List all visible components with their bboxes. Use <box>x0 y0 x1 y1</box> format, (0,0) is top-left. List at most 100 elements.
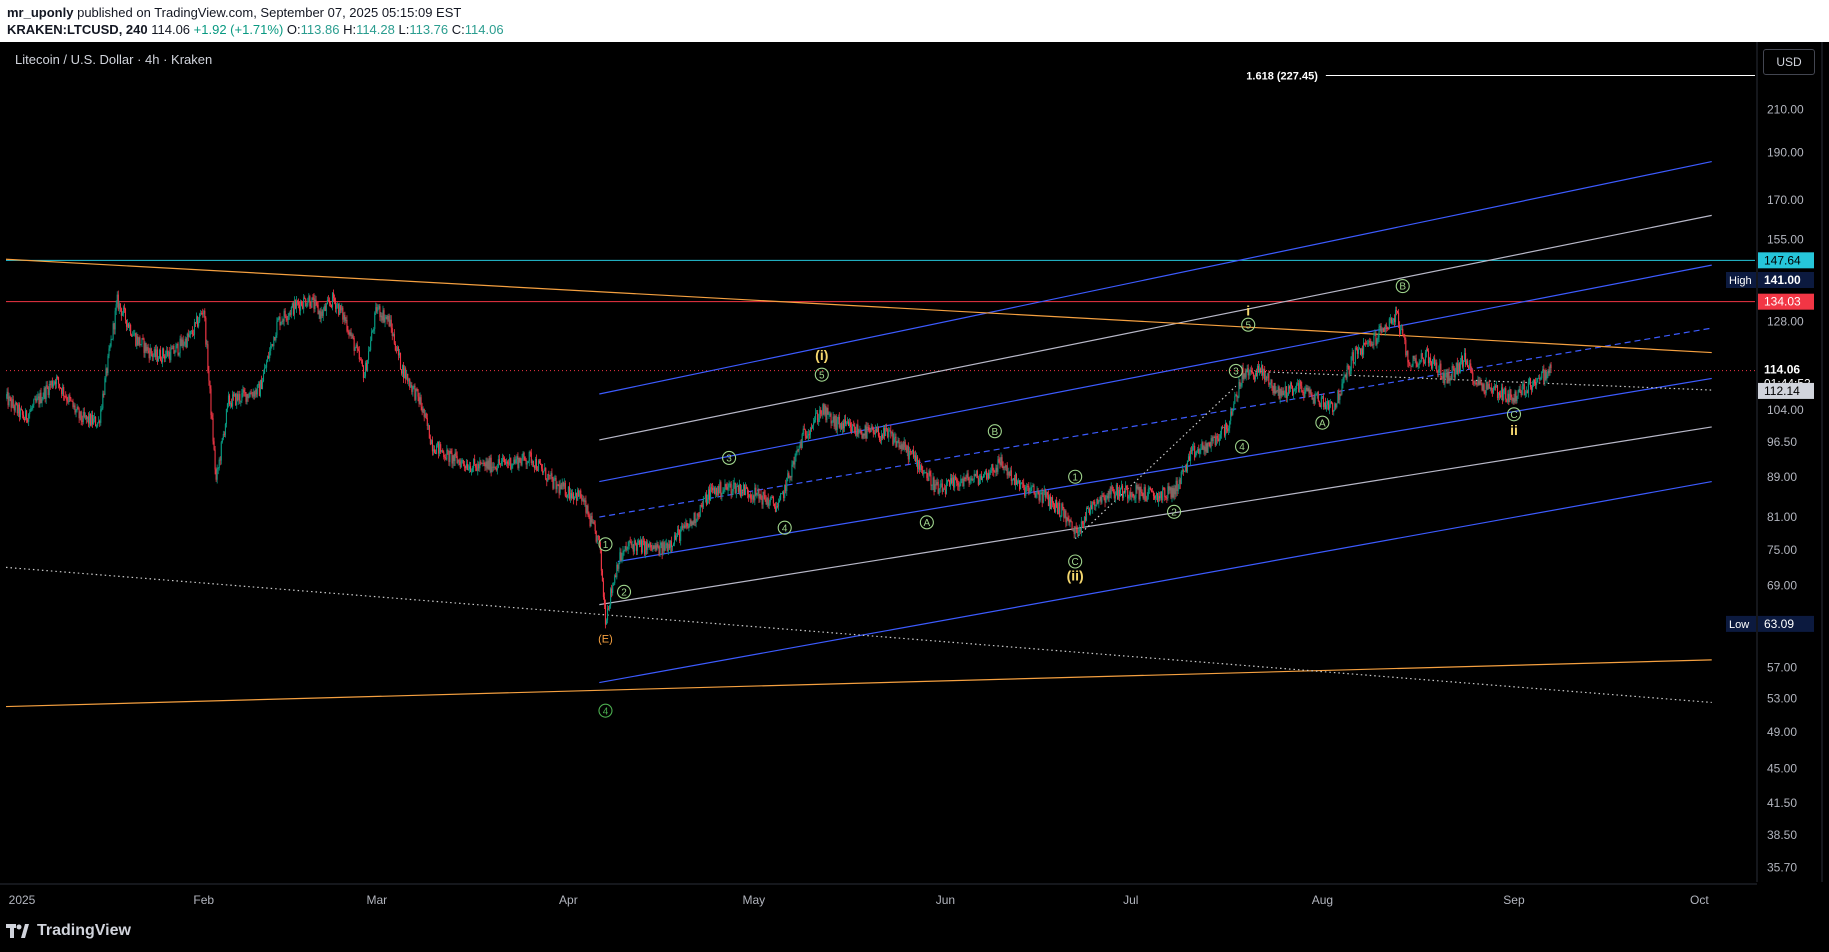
candle <box>518 457 520 472</box>
candle <box>209 380 211 394</box>
candle <box>277 317 279 323</box>
candle <box>1083 515 1085 529</box>
candle <box>653 545 655 550</box>
candle <box>672 542 675 547</box>
candle <box>1027 483 1029 492</box>
wave-label-15[interactable]: i <box>1246 302 1250 318</box>
tradingview-logo[interactable]: TradingView <box>6 922 131 940</box>
candle <box>880 430 883 445</box>
candle <box>31 405 33 412</box>
candle <box>567 486 569 499</box>
candle <box>1212 435 1214 444</box>
author-name[interactable]: mr_uponly <box>7 5 73 20</box>
candle <box>1092 501 1094 514</box>
candle <box>591 512 593 524</box>
candle <box>516 454 518 465</box>
candle <box>1222 426 1225 428</box>
candle <box>976 469 978 479</box>
candle <box>523 451 525 462</box>
price-tick-label: 89.00 <box>1767 470 1797 484</box>
candle <box>506 458 508 467</box>
candle <box>852 423 854 433</box>
candle <box>560 482 562 490</box>
candle <box>75 408 77 418</box>
candle <box>154 345 156 360</box>
candle <box>56 375 59 380</box>
candle <box>674 532 677 541</box>
candle <box>959 481 961 492</box>
last-price: 114.06 <box>151 22 191 37</box>
candle <box>1477 375 1479 387</box>
currency-button[interactable]: USD <box>1763 49 1815 75</box>
candle <box>1364 342 1366 346</box>
candle <box>395 345 397 354</box>
candle <box>1196 450 1198 456</box>
candle <box>1136 482 1138 494</box>
candle <box>368 346 370 364</box>
candle <box>1328 400 1330 411</box>
candle <box>1392 318 1395 325</box>
candle <box>1322 393 1324 410</box>
candle <box>40 387 42 404</box>
candle <box>620 548 622 562</box>
candle <box>875 426 877 434</box>
candle <box>886 423 888 432</box>
candle <box>1278 385 1280 400</box>
candle <box>258 381 260 397</box>
candle <box>1074 525 1076 539</box>
candle <box>438 441 440 459</box>
candle <box>633 537 635 555</box>
candle <box>531 459 533 467</box>
candle <box>484 461 486 472</box>
wave-label-20[interactable]: (E) <box>598 633 613 645</box>
candle <box>1501 383 1503 401</box>
candle <box>449 448 451 467</box>
price-tick-label: 170.00 <box>1767 193 1804 207</box>
candle <box>933 476 935 496</box>
candle <box>1085 506 1088 522</box>
candle <box>1536 377 1538 390</box>
candle <box>906 444 908 457</box>
candle <box>1192 443 1194 455</box>
candle <box>828 411 830 420</box>
candle <box>285 314 287 322</box>
candle <box>1412 355 1414 368</box>
wave-label-9[interactable]: (ii) <box>1067 567 1084 583</box>
candle <box>1213 435 1215 439</box>
candle <box>1028 482 1030 496</box>
candle <box>382 305 384 324</box>
candle <box>1132 491 1134 498</box>
candle <box>606 604 609 624</box>
candle <box>861 430 863 440</box>
wave-label-5[interactable]: (i) <box>815 347 828 363</box>
candle <box>520 457 522 467</box>
candle <box>376 303 378 314</box>
candle <box>205 316 207 348</box>
candle <box>635 542 637 556</box>
price-chart[interactable]: 1.618 (227.45)12345(i)ABC(ii)12345iABCii… <box>0 42 1829 915</box>
candle <box>215 467 217 482</box>
candle <box>1539 374 1541 382</box>
candle <box>1433 356 1435 365</box>
candle <box>678 525 680 535</box>
candle <box>698 511 700 519</box>
candle <box>1401 324 1403 331</box>
candle <box>818 414 820 426</box>
candle <box>488 455 490 471</box>
candle <box>1320 394 1322 410</box>
candle <box>379 303 381 321</box>
candle <box>865 421 867 442</box>
candle <box>511 463 513 473</box>
candle <box>39 389 41 408</box>
candle <box>524 456 526 461</box>
candle <box>1538 374 1540 379</box>
candle <box>181 337 183 349</box>
low-label: L: <box>398 22 410 37</box>
candle <box>1289 381 1292 393</box>
wave-label-19[interactable]: ii <box>1510 422 1518 438</box>
candle <box>1333 409 1335 416</box>
candle <box>1537 377 1539 383</box>
candle <box>1369 337 1371 346</box>
candle <box>490 454 492 477</box>
candle <box>920 464 922 473</box>
